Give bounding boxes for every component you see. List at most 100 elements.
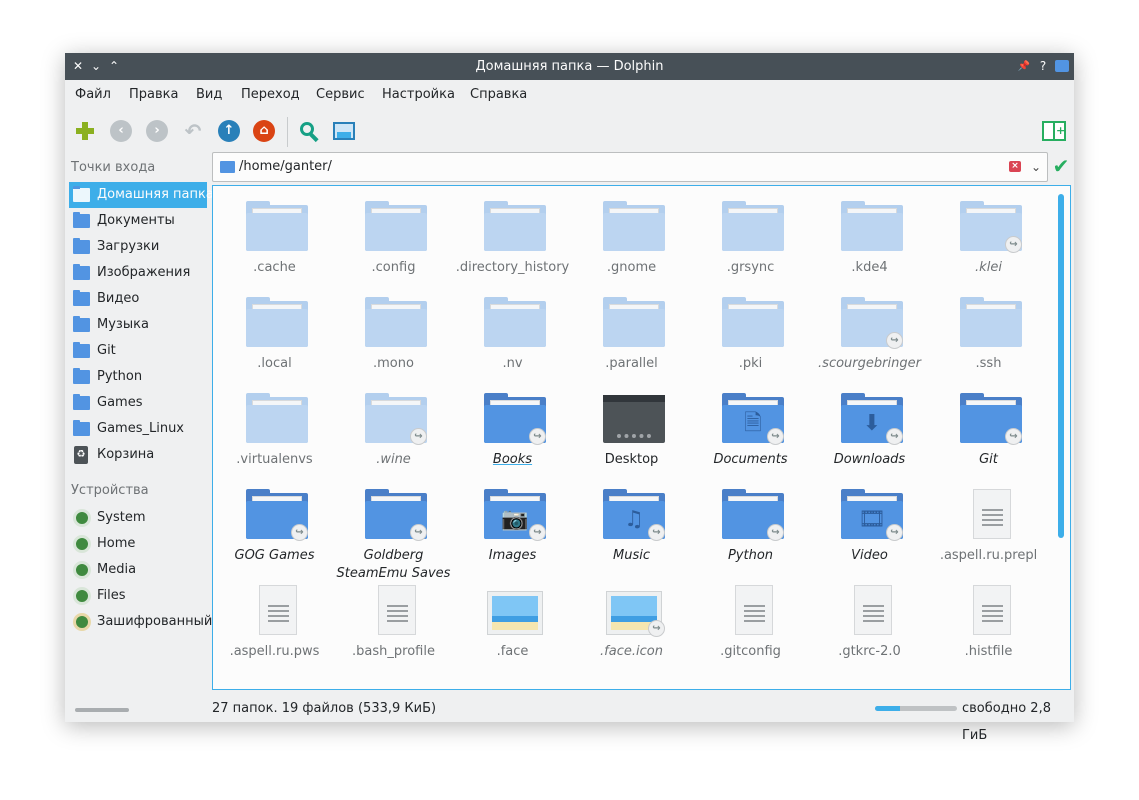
place-games[interactable]: Games: [69, 390, 207, 416]
file-name: .mono: [373, 356, 414, 371]
forward-icon[interactable]: ›: [146, 120, 168, 142]
file-item-wine[interactable]: ↪ .wine: [334, 385, 453, 481]
file-item-grsync[interactable]: .grsync: [691, 193, 810, 289]
file-name: Python: [727, 548, 774, 563]
file-view[interactable]: .cache .config .directory_history .gnome .gr…: [212, 185, 1071, 690]
device-label: Files: [97, 588, 126, 603]
file-item-gitconfig[interactable]: .gitconfig: [691, 577, 810, 673]
device-system[interactable]: System: [69, 505, 207, 531]
device-home[interactable]: Home: [69, 531, 207, 557]
checkmark-icon[interactable]: ✔: [1050, 154, 1072, 178]
location-bar[interactable]: /home/ganter/ × ⌄: [212, 152, 1048, 182]
search-icon[interactable]: [298, 120, 320, 143]
folder-icon: [365, 201, 427, 251]
file-item-books[interactable]: ↪ Books: [453, 385, 572, 481]
file-item-video[interactable]: 🎞 ↪ Video: [810, 481, 929, 577]
file-item-kde4[interactable]: .kde4: [810, 193, 929, 289]
file-item-face-icon[interactable]: ↪ .face.icon: [572, 577, 691, 673]
drive-icon: [73, 509, 91, 527]
location-path[interactable]: /home/ganter/: [239, 153, 332, 181]
file-item-music[interactable]: ♫ ↪ Music: [572, 481, 691, 577]
file-item-bash-profile[interactable]: .bash_profile: [334, 577, 453, 673]
folder-icon: [722, 201, 784, 251]
file-item-aspell-ru-pws[interactable]: .aspell.ru.pws: [215, 577, 334, 673]
folder-icon: [220, 161, 235, 173]
place-trash[interactable]: ♻ Корзина: [69, 442, 207, 468]
file-item-git[interactable]: ↪ Git: [929, 385, 1048, 481]
place-games-linux[interactable]: Games_Linux: [69, 416, 207, 442]
file-item-klei[interactable]: ↪ .klei: [929, 193, 1048, 289]
file-item-local[interactable]: .local: [215, 289, 334, 385]
place-git[interactable]: Git: [69, 338, 207, 364]
file-item-goldberg-steamemu-saves[interactable]: ↪ Goldberg SteamEmu Saves: [334, 481, 453, 581]
file-item-aspell-ru-prepl[interactable]: .aspell.ru.prepl: [929, 481, 1048, 577]
file-item-config[interactable]: .config: [334, 193, 453, 289]
pin-icon[interactable]: 📌: [1015, 53, 1033, 80]
place-python[interactable]: Python: [69, 364, 207, 390]
file-item-histfile[interactable]: .histfile: [929, 577, 1048, 673]
home-folder-icon: [73, 186, 90, 202]
image-file-icon: [484, 585, 546, 635]
title-bar[interactable]: ✕ ⌄ ⌃ Домашняя папка — Dolphin 📌 ?: [65, 53, 1074, 80]
menu-settings[interactable]: Настройка: [382, 80, 455, 110]
file-item-python[interactable]: ↪ Python: [691, 481, 810, 577]
image-file-icon: ↪: [603, 585, 665, 637]
text-file-icon: [960, 585, 1022, 635]
file-item-directory-history[interactable]: .directory_history: [453, 193, 572, 289]
menu-help[interactable]: Справка: [470, 80, 527, 110]
file-item-desktop[interactable]: Desktop: [572, 385, 691, 481]
file-name: .gnome: [606, 260, 657, 275]
help-icon[interactable]: ?: [1034, 53, 1052, 80]
new-icon[interactable]: [74, 120, 96, 142]
place-downloads[interactable]: Загрузки: [69, 234, 207, 260]
chevron-down-icon[interactable]: ⌄: [1031, 155, 1041, 179]
drive-icon: [73, 535, 91, 553]
file-name: .face.icon: [600, 644, 663, 659]
file-item-nv[interactable]: .nv: [453, 289, 572, 385]
place-pictures[interactable]: Изображения: [69, 260, 207, 286]
menu-tools[interactable]: Сервис: [316, 80, 365, 110]
place-documents[interactable]: Документы: [69, 208, 207, 234]
file-item-gtkrc-2-0[interactable]: .gtkrc-2.0: [810, 577, 929, 673]
file-item-mono[interactable]: .mono: [334, 289, 453, 385]
back-icon[interactable]: ‹: [110, 120, 132, 142]
file-item-face[interactable]: .face: [453, 577, 572, 673]
menu-view[interactable]: Вид: [196, 80, 222, 110]
file-item-documents[interactable]: 🗎 ↪ Documents: [691, 385, 810, 481]
place-home[interactable]: Домашняя папка: [69, 182, 214, 208]
file-item-pki[interactable]: .pki: [691, 289, 810, 385]
file-item-gog-games[interactable]: ↪ GOG Games: [215, 481, 334, 577]
folder-icon: [246, 201, 308, 251]
device-files[interactable]: Files: [69, 583, 207, 609]
file-item-downloads[interactable]: ⬇ ↪ Downloads: [810, 385, 929, 481]
vertical-scrollbar[interactable]: [1058, 194, 1064, 538]
file-item-cache[interactable]: .cache: [215, 193, 334, 289]
places-scrollbar[interactable]: [75, 708, 129, 712]
device-media[interactable]: Media: [69, 557, 207, 583]
place-video[interactable]: Видео: [69, 286, 207, 312]
file-item-scourgebringer[interactable]: ↪ .scourgebringer: [810, 289, 929, 385]
file-item-ssh[interactable]: .ssh: [929, 289, 1048, 385]
menu-file[interactable]: Файл: [75, 80, 111, 110]
home-icon[interactable]: ⌂: [253, 120, 275, 142]
file-item-gnome[interactable]: .gnome: [572, 193, 691, 289]
file-name: .aspell.ru.pws: [229, 644, 320, 659]
clear-icon[interactable]: ×: [1009, 161, 1021, 172]
folder-icon: [73, 342, 90, 358]
place-label: Видео: [97, 291, 140, 306]
device-encrypted[interactable]: Зашифрованный: [69, 609, 212, 635]
symlink-badge-icon: ↪: [410, 524, 427, 541]
split-view-icon[interactable]: +: [1042, 120, 1066, 142]
up-icon[interactable]: ↑: [218, 120, 240, 142]
symlink-badge-icon: ↪: [767, 524, 784, 541]
file-item-virtualenvs[interactable]: .virtualenvs: [215, 385, 334, 481]
file-item-parallel[interactable]: .parallel: [572, 289, 691, 385]
menu-edit[interactable]: Правка: [129, 80, 178, 110]
undo-icon[interactable]: ↶: [182, 120, 204, 142]
file-item-images[interactable]: 📷 ↪ Images: [453, 481, 572, 577]
menu-go[interactable]: Переход: [241, 80, 300, 110]
place-music[interactable]: Музыка: [69, 312, 207, 338]
file-name: .kde4: [851, 260, 888, 275]
trash-icon: ♻: [74, 446, 88, 464]
preview-icon[interactable]: [333, 120, 355, 142]
